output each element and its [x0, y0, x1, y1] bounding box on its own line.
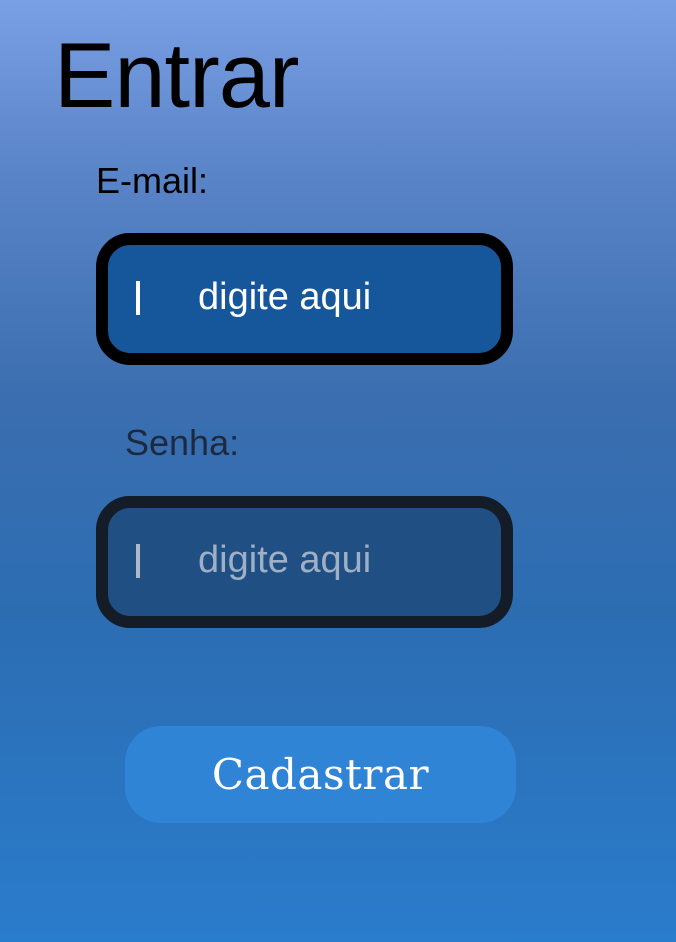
- text-cursor-icon: [136, 281, 140, 315]
- senha-field[interactable]: digite aqui: [96, 496, 513, 628]
- senha-label: Senha:: [125, 422, 240, 463]
- cadastrar-button-label: Cadastrar: [211, 750, 430, 799]
- text-cursor-icon: [136, 544, 140, 578]
- senha-placeholder: digite aqui: [198, 539, 372, 581]
- email-placeholder: digite aqui: [198, 276, 372, 318]
- cadastrar-button[interactable]: Cadastrar: [125, 726, 516, 823]
- page-title: Entrar: [54, 25, 300, 127]
- email-field[interactable]: digite aqui: [96, 233, 513, 365]
- email-label: E-mail:: [96, 160, 209, 201]
